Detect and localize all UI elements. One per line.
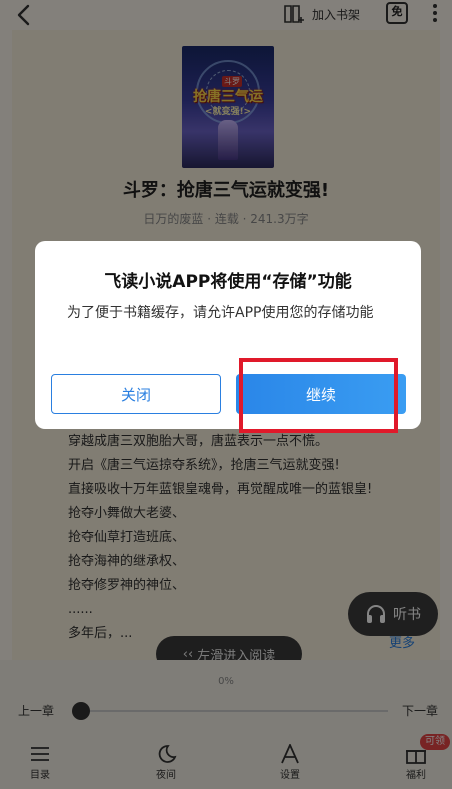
close-button[interactable]: 关闭 xyxy=(51,374,221,414)
dialog-body: 为了便于书籍缓存，请允许APP使用您的存储功能 xyxy=(67,305,374,321)
highlight-annotation-box xyxy=(239,358,398,433)
dialog-title: 飞读小说APP将使用“存储”功能 xyxy=(104,272,352,292)
